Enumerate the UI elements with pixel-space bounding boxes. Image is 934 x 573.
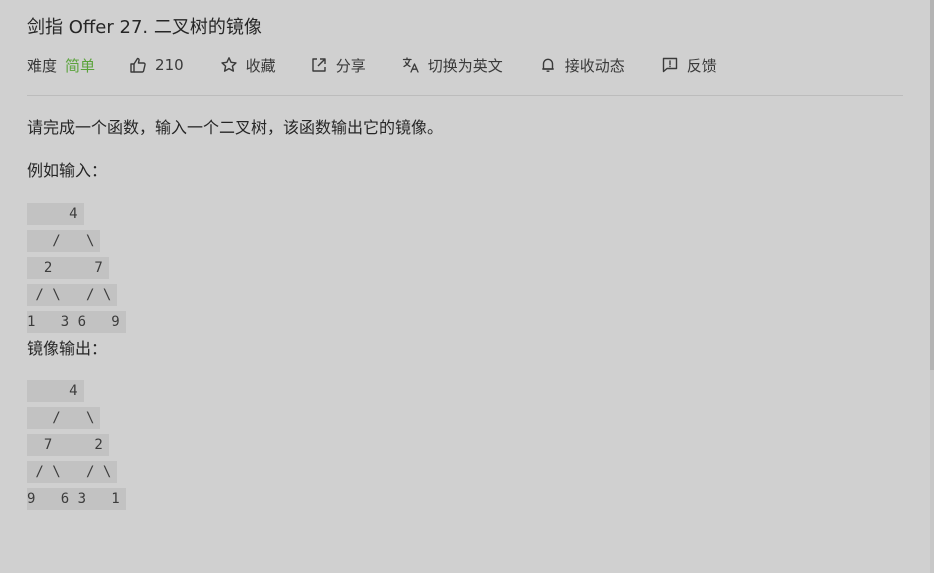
problem-description: 请完成一个函数，输入一个二叉树，该函数输出它的镜像。 <box>27 118 444 137</box>
difficulty-label: 难度 <box>27 56 58 75</box>
problem-title: 剑指 Offer 27. 二叉树的镜像 <box>27 17 262 38</box>
subscribe-label: 接收动态 <box>564 56 625 75</box>
code-line: / \ / \ <box>27 282 126 309</box>
code-line: 2 7 <box>27 255 126 282</box>
code-line: 4 <box>27 378 126 405</box>
share-icon <box>310 56 328 74</box>
example-output-code: 4 / \ 7 2 / \ / \ 9 6 3 1 <box>27 378 126 513</box>
scrollbar-thumb[interactable] <box>930 0 934 370</box>
subscribe-button[interactable]: 接收动态 <box>539 53 625 77</box>
header-divider <box>27 95 903 96</box>
share-label: 分享 <box>335 56 366 75</box>
feedback-label: 反馈 <box>686 56 717 75</box>
example-input-code: 4 / \ 2 7 / \ / \ 1 3 6 9 <box>27 201 126 336</box>
vertical-scrollbar[interactable] <box>930 0 934 573</box>
code-line: 4 <box>27 201 126 228</box>
favorite-label: 收藏 <box>245 56 276 75</box>
like-count: 210 <box>155 56 184 74</box>
problem-meta-bar: 难度 简单 210 收藏 分享 切换为英文 接收动态 反馈 <box>27 53 717 77</box>
code-line: 1 3 6 9 <box>27 309 126 336</box>
star-icon <box>220 56 238 74</box>
code-line: / \ <box>27 405 126 432</box>
translate-icon <box>402 56 420 74</box>
difficulty: 难度 简单 <box>27 53 95 77</box>
share-button[interactable]: 分享 <box>310 53 366 77</box>
switch-language-button[interactable]: 切换为英文 <box>402 53 503 77</box>
example-output-label: 镜像输出： <box>27 339 108 358</box>
difficulty-value: 简单 <box>65 56 96 75</box>
favorite-button[interactable]: 收藏 <box>220 53 276 77</box>
code-line: 7 2 <box>27 432 126 459</box>
feedback-button[interactable]: 反馈 <box>661 53 717 77</box>
example-input-label: 例如输入： <box>27 161 108 180</box>
code-line: / \ / \ <box>27 459 126 486</box>
code-line: 9 6 3 1 <box>27 486 126 513</box>
switch-language-label: 切换为英文 <box>427 56 503 75</box>
thumbs-up-icon <box>129 56 147 74</box>
like-button[interactable]: 210 <box>129 53 184 77</box>
code-line: / \ <box>27 228 126 255</box>
feedback-icon <box>661 56 679 74</box>
bell-icon <box>539 56 557 74</box>
